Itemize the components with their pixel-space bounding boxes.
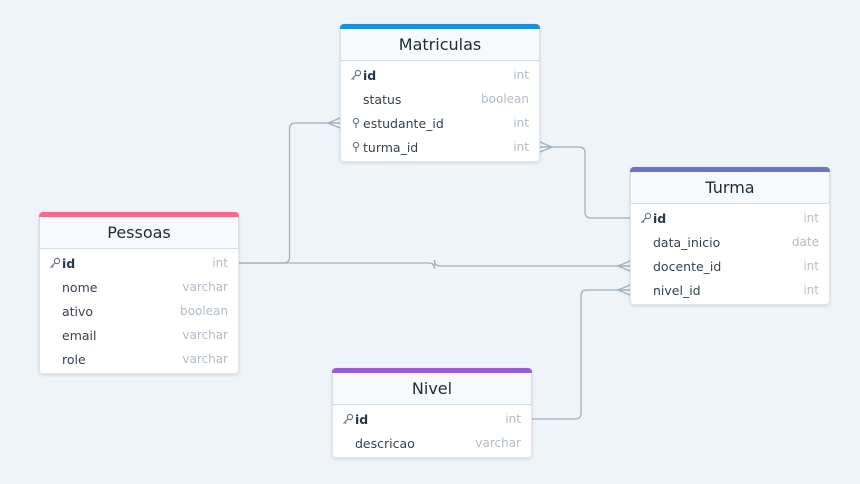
key-icon [639,212,653,224]
er-diagram-canvas: Matriculas id int status boolean estudante_id… [0,0,860,484]
relation-line[interactable] [540,146,630,219]
column-type: int [513,140,529,154]
column-name: data_inicio [653,234,721,250]
table-pessoas[interactable]: Pessoas id int nome varchar ativo boolean email… [39,212,239,374]
column-row[interactable]: descricao varchar [333,431,531,455]
column-row[interactable]: estudante_id int [341,111,539,135]
pin-icon [349,117,363,129]
key-icon [48,257,62,269]
table-title[interactable]: Matriculas [340,29,540,61]
column-type: varchar [182,352,228,366]
column-row[interactable]: id int [333,407,531,431]
table-title[interactable]: Turma [630,172,830,204]
column-name: nome [62,279,98,295]
column-row[interactable]: role varchar [40,347,238,371]
column-type: int [505,412,521,426]
table-columns: id int data_inicio date docente_id int nivel_i… [630,204,830,305]
column-name: descricao [355,435,415,451]
table-columns: id int descricao varchar [332,405,532,458]
key-icon [349,69,363,81]
column-row[interactable]: nome varchar [40,275,238,299]
column-row[interactable]: data_inicio date [631,230,829,254]
table-columns: id int nome varchar ativo boolean email varchar… [39,249,239,374]
relation-line[interactable] [239,259,630,270]
column-name: id [355,411,369,427]
column-name: status [363,91,402,107]
column-name: ativo [62,303,94,319]
column-type: boolean [481,92,529,106]
column-name: docente_id [653,258,722,274]
column-row[interactable]: ativo boolean [40,299,238,323]
pin-icon [349,141,363,153]
column-type: varchar [182,280,228,294]
column-row[interactable]: id int [40,251,238,275]
crows-foot-marker [617,260,631,272]
key-icon [341,413,355,425]
column-type: varchar [475,436,521,450]
table-turma[interactable]: Turma id int data_inicio date docente_id int ni… [630,167,830,305]
column-name: nivel_id [653,282,701,298]
relation-line[interactable] [239,122,340,264]
relation-line[interactable] [532,289,630,420]
column-row[interactable]: status boolean [341,87,539,111]
column-row[interactable]: id int [631,206,829,230]
column-type: int [513,68,529,82]
column-row[interactable]: turma_id int [341,135,539,159]
table-matriculas[interactable]: Matriculas id int status boolean estudante_id… [340,24,540,162]
column-type: boolean [180,304,228,318]
column-type: int [513,116,529,130]
crows-foot-marker [617,284,631,296]
column-type: int [212,256,228,270]
column-row[interactable]: nivel_id int [631,278,829,302]
column-type: int [803,211,819,225]
column-name: estudante_id [363,115,444,131]
crows-foot-marker [327,117,341,129]
column-name: id [653,210,667,226]
column-row[interactable]: email varchar [40,323,238,347]
table-nivel[interactable]: Nivel id int descricao varchar [332,368,532,458]
table-columns: id int status boolean estudante_id int turma_i… [340,61,540,162]
column-type: int [803,259,819,273]
column-row[interactable]: id int [341,63,539,87]
column-name: id [62,255,76,271]
table-title[interactable]: Nivel [332,373,532,405]
column-type: date [791,235,819,249]
column-type: varchar [182,328,228,342]
column-name: turma_id [363,139,419,155]
column-name: id [363,67,377,83]
column-type: int [803,283,819,297]
crows-foot-marker [539,141,553,153]
column-name: role [62,351,86,367]
column-name: email [62,327,97,343]
table-title[interactable]: Pessoas [39,217,239,249]
column-row[interactable]: docente_id int [631,254,829,278]
